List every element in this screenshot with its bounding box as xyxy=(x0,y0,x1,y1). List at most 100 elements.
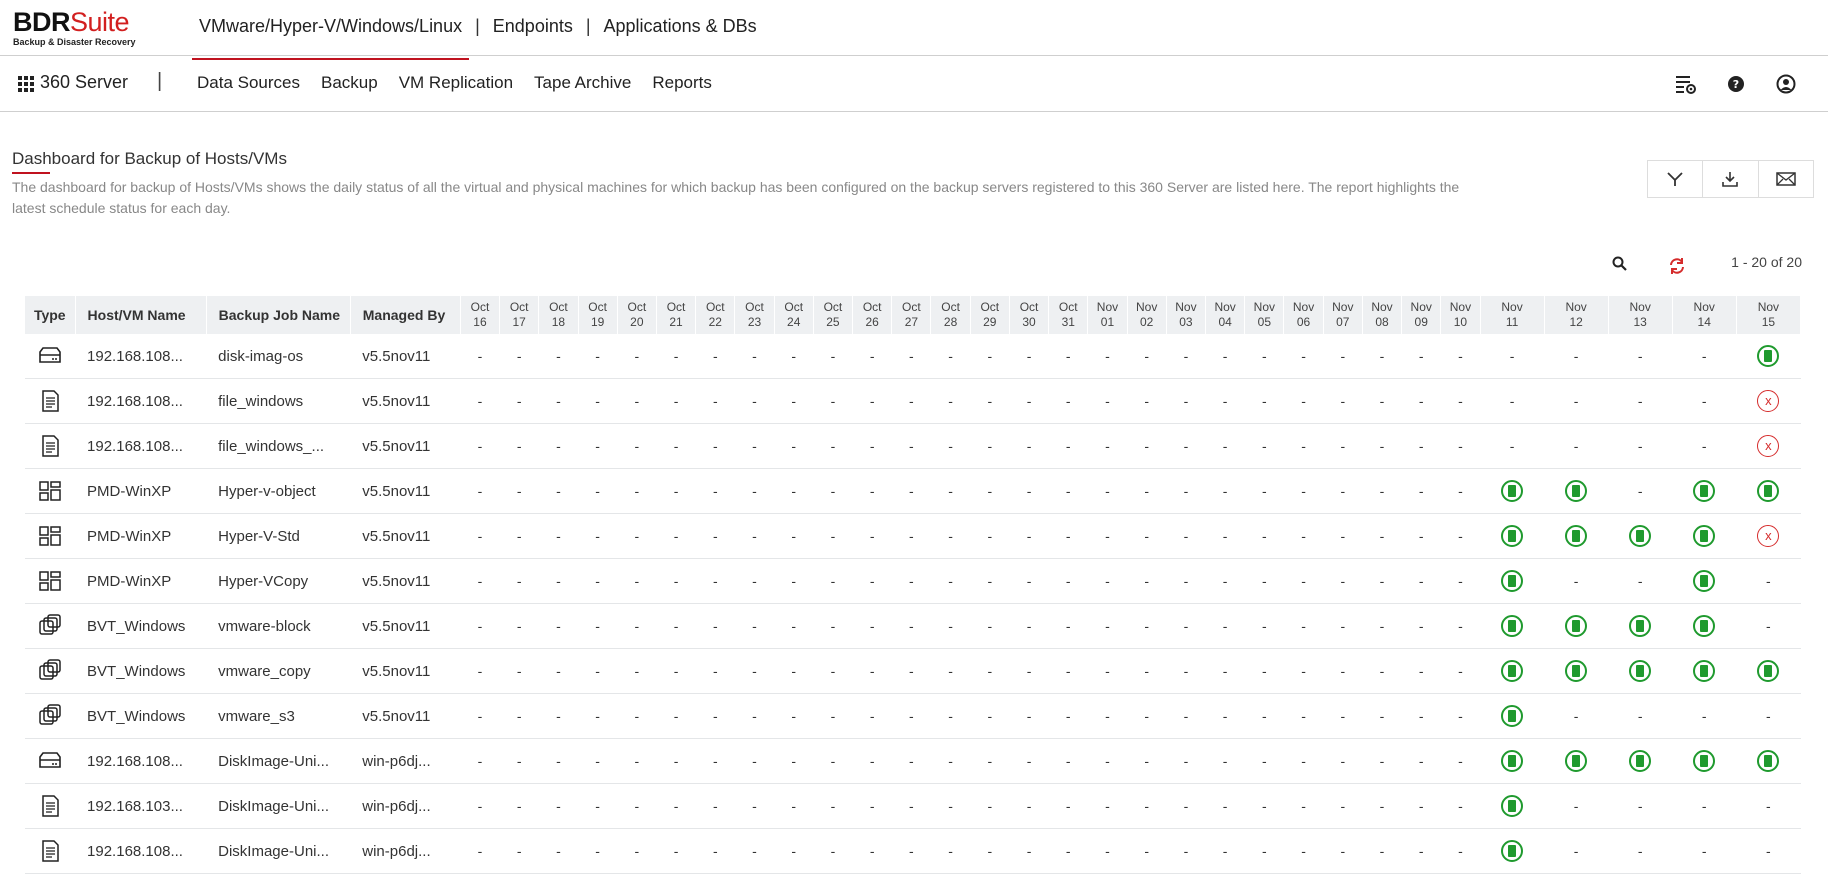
no-status-dash: - xyxy=(1340,617,1346,634)
status-cell-empty: - xyxy=(656,738,696,784)
success-status-icon[interactable] xyxy=(1501,480,1524,502)
status-cell-empty: - xyxy=(813,468,853,514)
no-status-dash: - xyxy=(909,842,914,859)
success-status-icon[interactable] xyxy=(1629,525,1652,547)
product-name[interactable]: 360 Server xyxy=(40,72,128,93)
status-cell-empty: - xyxy=(1283,378,1324,424)
table-row[interactable]: BVT_Windows vmware_copy v5.5nov11 - - - - - - - - -… xyxy=(25,648,1801,694)
success-status-icon[interactable] xyxy=(1565,615,1588,637)
product-nav-item-endpoints[interactable]: Endpoints xyxy=(492,16,574,37)
product-nav-item-applications[interactable]: Applications & DBs xyxy=(603,16,758,37)
success-status-icon[interactable] xyxy=(1501,705,1524,727)
status-cell-empty: - xyxy=(1323,783,1363,829)
no-status-dash: - xyxy=(1065,572,1071,589)
success-status-icon[interactable] xyxy=(1501,615,1524,637)
success-status-icon[interactable] xyxy=(1565,480,1588,502)
menu-item-backup[interactable]: Backup xyxy=(321,73,378,93)
status-cell-empty: - xyxy=(1544,828,1609,874)
download-button[interactable] xyxy=(1703,161,1759,197)
success-status-icon[interactable] xyxy=(1693,525,1716,547)
success-status-icon[interactable] xyxy=(1629,660,1652,682)
menu-item-reports[interactable]: Reports xyxy=(652,73,712,93)
status-cell-success xyxy=(1480,603,1545,649)
status-cell-empty: - xyxy=(734,558,775,604)
success-status-icon[interactable] xyxy=(1757,660,1780,682)
success-status-icon[interactable] xyxy=(1501,660,1524,682)
success-status-icon[interactable] xyxy=(1501,750,1524,772)
user-icon[interactable] xyxy=(1774,72,1798,96)
table-row[interactable]: 192.168.108... DiskImage-Uni... win-p6dj..… xyxy=(25,738,1801,784)
failed-status-icon[interactable]: x xyxy=(1757,390,1780,412)
no-status-dash: - xyxy=(869,752,875,769)
success-status-icon[interactable] xyxy=(1501,840,1524,862)
column-header-job[interactable]: Backup Job Name xyxy=(206,296,351,334)
status-cell-empty: - xyxy=(1166,513,1206,559)
date-day: 01 xyxy=(1100,315,1115,329)
refresh-icon[interactable] xyxy=(1667,256,1687,276)
no-status-dash: - xyxy=(1222,752,1228,769)
apps-grid-icon[interactable] xyxy=(18,76,36,94)
menu-item-vm-replication[interactable]: VM Replication xyxy=(399,73,513,93)
failed-status-icon[interactable]: x xyxy=(1757,525,1780,547)
table-row[interactable]: 192.168.103... DiskImage-Uni... win-p6dj..… xyxy=(25,783,1801,829)
success-status-icon[interactable] xyxy=(1757,750,1780,772)
table-row[interactable]: PMD-WinXP Hyper-v-object v5.5nov11- - - - - - - -… xyxy=(25,468,1801,514)
success-status-icon[interactable] xyxy=(1629,615,1652,637)
search-icon[interactable] xyxy=(1611,255,1629,273)
table-row[interactable]: PMD-WinXP Hyper-VCopy v5.5nov11- - - - - - - - - - -… xyxy=(25,558,1801,604)
success-status-icon[interactable] xyxy=(1629,750,1652,772)
column-header-host[interactable]: Host/VM Name xyxy=(75,296,207,334)
settings-list-icon[interactable] xyxy=(1674,72,1698,96)
status-cell-empty: - xyxy=(499,513,539,559)
title-underline xyxy=(12,172,50,174)
success-status-icon[interactable] xyxy=(1757,345,1780,367)
type-cell xyxy=(25,783,76,829)
email-button[interactable] xyxy=(1759,161,1813,197)
product-nav-item-vmware[interactable]: VMware/Hyper-V/Windows/Linux xyxy=(192,16,469,60)
status-cell-empty: - xyxy=(617,378,657,424)
success-status-icon[interactable] xyxy=(1693,750,1716,772)
menu-item-data-sources[interactable]: Data Sources xyxy=(197,73,300,93)
no-status-dash: - xyxy=(1637,842,1643,859)
no-status-dash: - xyxy=(1144,617,1150,634)
success-status-icon[interactable] xyxy=(1565,660,1588,682)
managed-by-cell: win-p6dj... xyxy=(350,783,461,829)
success-status-icon[interactable] xyxy=(1501,570,1524,592)
no-status-dash: - xyxy=(1458,347,1463,364)
table-row[interactable]: BVT_Windows vmware-block v5.5nov11- - - - - - - -… xyxy=(25,603,1801,649)
status-cell-empty: - xyxy=(578,334,618,379)
date-column-header: Oct 18 xyxy=(538,296,579,334)
bdrsuite-logo[interactable]: BDRSuite Backup & Disaster Recovery xyxy=(13,9,136,48)
success-status-icon[interactable] xyxy=(1565,750,1588,772)
success-status-icon[interactable] xyxy=(1501,795,1524,817)
table-row[interactable]: 192.168.108... disk-imag-os v5.5nov11- - - - -… xyxy=(25,334,1801,379)
status-cell-empty: - xyxy=(617,783,657,829)
filter-button[interactable] xyxy=(1648,161,1704,197)
table-row[interactable]: 192.168.108... file_windows_... v5.5nov11-… xyxy=(25,423,1801,469)
success-status-icon[interactable] xyxy=(1693,615,1716,637)
failed-status-icon[interactable]: x xyxy=(1757,435,1780,457)
job-cell: Hyper-v-object xyxy=(206,468,351,514)
table-row[interactable]: PMD-WinXP Hyper-V-Std v5.5nov11- - - - - - - - - - -… xyxy=(25,513,1801,559)
menu-item-tape-archive[interactable]: Tape Archive xyxy=(534,73,631,93)
no-status-dash: - xyxy=(869,482,875,499)
no-status-dash: - xyxy=(1026,482,1032,499)
success-status-icon[interactable] xyxy=(1501,525,1524,547)
status-cell-empty: - xyxy=(1244,468,1284,514)
help-icon[interactable]: ? xyxy=(1724,72,1748,96)
date-day: 06 xyxy=(1296,315,1311,329)
no-status-dash: - xyxy=(1573,392,1579,409)
table-row[interactable]: 192.168.108... DiskImage-Uni... win-p6dj..… xyxy=(25,828,1801,874)
column-header-managed-by[interactable]: Managed By xyxy=(350,296,461,334)
status-cell-empty: - xyxy=(1205,513,1245,559)
column-header-type[interactable]: Type xyxy=(25,296,76,334)
success-status-icon[interactable] xyxy=(1693,570,1716,592)
success-status-icon[interactable] xyxy=(1565,525,1588,547)
no-status-dash: - xyxy=(1340,572,1346,589)
success-status-icon[interactable] xyxy=(1693,660,1716,682)
no-status-dash: - xyxy=(1573,842,1579,859)
success-status-icon[interactable] xyxy=(1757,480,1780,502)
table-row[interactable]: BVT_Windows vmware_s3 v5.5nov11- - - - - - - - - - -… xyxy=(25,693,1801,739)
table-row[interactable]: 192.168.108... file_windows v5.5nov11 - - - - -… xyxy=(25,378,1801,424)
success-status-icon[interactable] xyxy=(1693,480,1716,502)
